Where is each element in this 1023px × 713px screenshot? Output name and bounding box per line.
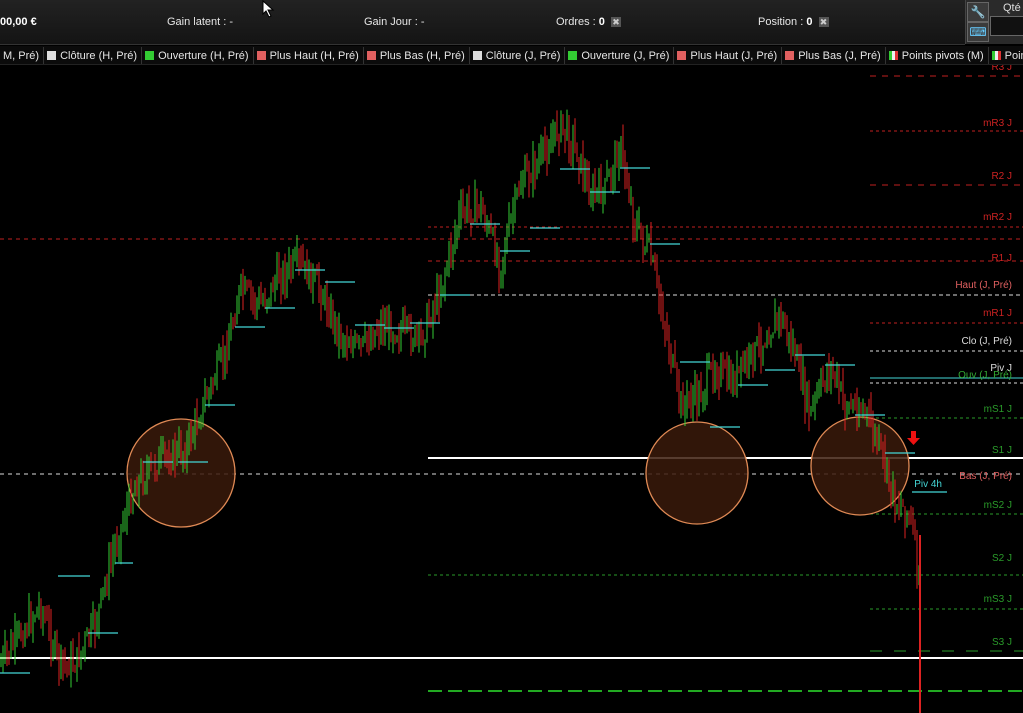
position-value: 0 bbox=[806, 16, 813, 28]
legend-label: Clôture (J, Pré) bbox=[485, 50, 561, 62]
legend-label: Plus Haut (H, Pré) bbox=[269, 50, 359, 62]
ordres: Ordres : 0 ✖ bbox=[556, 16, 621, 28]
keyboard-icon[interactable]: ⌨ bbox=[967, 22, 989, 42]
position-label: Position : bbox=[758, 16, 804, 28]
qte-label: Qté bbox=[1003, 2, 1021, 14]
legend-label: Points pivots bbox=[1004, 50, 1023, 62]
legend-item-0[interactable]: M, Pré) bbox=[0, 47, 45, 64]
legend-swatch bbox=[568, 51, 578, 60]
legend-swatch bbox=[366, 51, 376, 60]
level-label: S2 J bbox=[992, 553, 1012, 564]
position-close-icon[interactable]: ✖ bbox=[818, 17, 829, 28]
level-label: mR3 J bbox=[983, 118, 1012, 129]
legend-swatch bbox=[145, 51, 155, 60]
ordres-label: Ordres : bbox=[556, 16, 596, 28]
legend-item-7[interactable]: Plus Haut (J, Pré) bbox=[674, 47, 783, 64]
gain-jour: Gain Jour : - bbox=[364, 16, 425, 28]
pnl-value: 00,00 € bbox=[0, 16, 37, 28]
candlesticks bbox=[0, 109, 921, 713]
level-label: mR2 J bbox=[983, 212, 1012, 223]
legend-item-5[interactable]: Clôture (J, Pré) bbox=[470, 47, 566, 64]
level-label: Ouv (J, Pré) bbox=[958, 370, 1012, 381]
mouse-cursor-icon bbox=[262, 0, 275, 18]
legend-label: M, Pré) bbox=[3, 50, 40, 62]
legend-swatch bbox=[785, 51, 795, 60]
legend-label: Plus Haut (J, Pré) bbox=[690, 50, 778, 62]
gain-jour-label: Gain Jour : bbox=[364, 16, 418, 28]
level-label: R2 J bbox=[991, 171, 1012, 182]
level-label: Clo (J, Pré) bbox=[961, 336, 1012, 347]
legend-label: Ouverture (H, Pré) bbox=[158, 50, 249, 62]
legend-item-2[interactable]: Ouverture (H, Pré) bbox=[142, 47, 254, 64]
ordres-close-icon[interactable]: ✖ bbox=[610, 17, 621, 28]
legend-item-6[interactable]: Ouverture (J, Pré) bbox=[565, 47, 675, 64]
legend-label: Ouverture (J, Pré) bbox=[581, 50, 670, 62]
level-label: Bas (J, Pré) bbox=[959, 471, 1012, 482]
level-label: S3 J bbox=[992, 637, 1012, 648]
position: Position : 0 ✖ bbox=[758, 16, 829, 28]
wrench-icon[interactable]: 🔧 bbox=[967, 2, 989, 22]
legend-swatch bbox=[888, 51, 898, 60]
legend-item-4[interactable]: Plus Bas (H, Pré) bbox=[364, 47, 470, 64]
legend-swatch bbox=[256, 51, 266, 60]
legend-label: Clôture (H, Pré) bbox=[60, 50, 138, 62]
price-chart[interactable]: R3 J mR3 J R2 J mR2 J R1 J Haut (J, Pré) mR1 J… bbox=[0, 65, 1023, 713]
legend-label: Plus Bas (J, Pré) bbox=[798, 50, 881, 62]
legend-label: Plus Bas (H, Pré) bbox=[379, 50, 465, 62]
legend-label: Points pivots (M) bbox=[901, 50, 984, 62]
account-summary-bar: 00,00 € Gain latent : - Gain Jour : - Or… bbox=[0, 0, 965, 45]
level-label: mS3 J bbox=[984, 594, 1012, 605]
red-down-arrow-icon bbox=[907, 431, 920, 445]
gain-latent-value: - bbox=[229, 16, 234, 28]
highlight-circle bbox=[645, 421, 749, 525]
gain-latent: Gain latent : - bbox=[167, 16, 233, 28]
legend-item-1[interactable]: Clôture (H, Pré) bbox=[44, 47, 143, 64]
ordres-value: 0 bbox=[598, 16, 605, 28]
level-label: Haut (J, Pré) bbox=[955, 280, 1012, 291]
horizontal-lines bbox=[0, 75, 1023, 692]
highlight-circle bbox=[810, 416, 910, 516]
legend-item-10[interactable]: Points pivots bbox=[989, 47, 1023, 64]
level-label: mS2 J bbox=[984, 500, 1012, 511]
level-label: R1 J bbox=[991, 253, 1012, 264]
legend-swatch bbox=[472, 51, 482, 60]
legend-item-9[interactable]: Points pivots (M) bbox=[886, 47, 989, 64]
gain-jour-value: - bbox=[420, 16, 425, 28]
level-labels: R3 J mR3 J R2 J mR2 J R1 J Haut (J, Pré) mR1 J… bbox=[914, 65, 1012, 648]
indicator-legend: M, Pré) Clôture (H, Pré) Ouverture (H, Pré… bbox=[0, 46, 1023, 65]
level-label: Piv 4h bbox=[914, 479, 942, 490]
level-label: S1 J bbox=[992, 445, 1012, 456]
highlight-circles bbox=[126, 416, 910, 528]
gain-latent-label: Gain latent : bbox=[167, 16, 227, 28]
qte-input[interactable] bbox=[990, 16, 1023, 36]
legend-swatch bbox=[47, 51, 57, 60]
level-label: mR1 J bbox=[983, 308, 1012, 319]
legend-swatch bbox=[991, 51, 1001, 60]
legend-item-3[interactable]: Plus Haut (H, Pré) bbox=[254, 47, 364, 64]
level-label: R3 J bbox=[991, 65, 1012, 73]
level-label: mS1 J bbox=[984, 404, 1012, 415]
legend-item-8[interactable]: Plus Bas (J, Pré) bbox=[782, 47, 886, 64]
legend-swatch bbox=[677, 51, 687, 60]
